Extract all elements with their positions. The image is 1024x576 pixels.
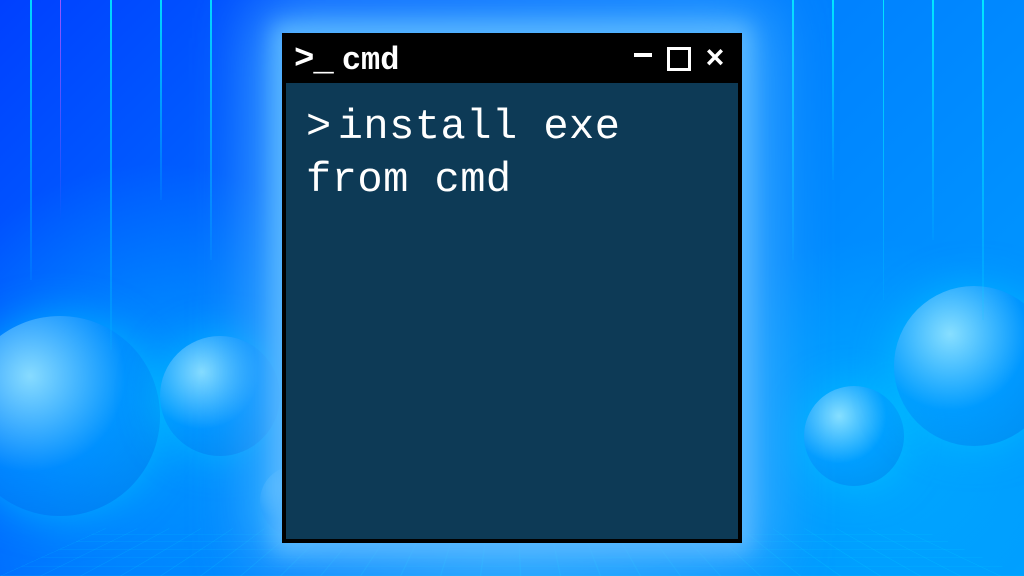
sphere-decoration: [894, 286, 1024, 446]
circuit-line-decoration: [792, 0, 794, 260]
terminal-prompt-icon: >_: [294, 41, 332, 79]
circuit-line-decoration: [160, 0, 162, 200]
circuit-line-decoration: [60, 0, 61, 220]
circuit-line-decoration: [832, 0, 834, 180]
circuit-line-decoration: [982, 0, 984, 320]
circuit-line-decoration: [210, 0, 212, 260]
terminal-text: install exe from cmd: [306, 103, 646, 204]
circuit-line-decoration: [883, 0, 884, 300]
circuit-line-decoration: [110, 0, 112, 350]
circuit-line-decoration: [932, 0, 934, 240]
minimize-button[interactable]: [630, 45, 656, 75]
titlebar[interactable]: >_ cmd ×: [286, 37, 738, 83]
prompt-char: >: [306, 103, 332, 151]
terminal-window[interactable]: >_ cmd × >install exe from cmd: [282, 33, 742, 543]
sphere-decoration: [160, 336, 280, 456]
circuit-line-decoration: [30, 0, 32, 280]
close-button[interactable]: ×: [702, 44, 728, 76]
terminal-body[interactable]: >install exe from cmd: [286, 83, 738, 539]
window-controls: ×: [630, 44, 728, 76]
maximize-button[interactable]: [666, 45, 692, 75]
sphere-decoration: [804, 386, 904, 486]
terminal-line: >install exe from cmd: [306, 101, 718, 206]
sphere-decoration: [0, 316, 160, 516]
window-title: cmd: [342, 42, 400, 79]
